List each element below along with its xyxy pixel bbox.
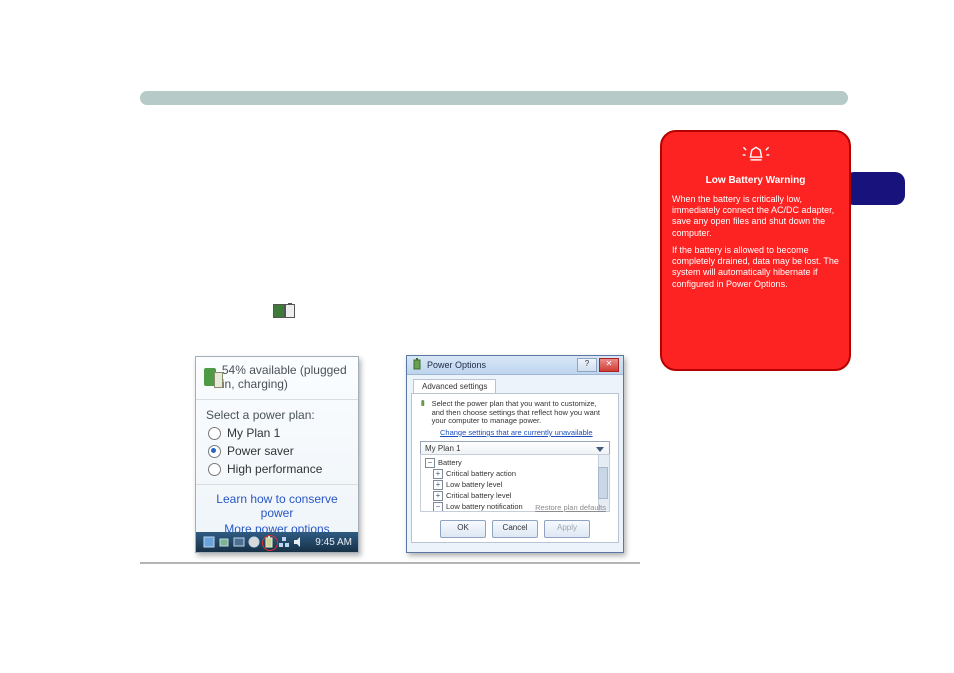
tray-icon[interactable] [233, 536, 245, 548]
dialog-title: Power Options [427, 360, 486, 370]
apply-button[interactable]: Apply [544, 520, 590, 538]
scrollbar-thumb[interactable] [598, 467, 608, 499]
tray-icons [203, 536, 305, 548]
ok-button[interactable]: OK [440, 520, 486, 538]
plan-option-label: My Plan 1 [227, 426, 280, 440]
window-help-button[interactable]: ? [577, 358, 597, 372]
tree-item[interactable]: Low battery notification [446, 502, 523, 511]
power-plan-info-icon [420, 400, 426, 418]
highlight-circle-icon [262, 535, 278, 551]
radio-icon [208, 427, 221, 440]
warning-callout: Low Battery Warning When the battery is … [660, 130, 851, 371]
plan-option-label: High performance [227, 462, 322, 476]
alarm-icon [672, 144, 839, 169]
inline-power-icons [273, 304, 295, 318]
warning-text-1: When the battery is critically low, imme… [672, 194, 839, 239]
tray-volume-icon[interactable] [293, 536, 305, 548]
plan-option-label: Power saver [227, 444, 294, 458]
section-rule [140, 91, 848, 105]
battery-icon [285, 304, 295, 318]
dialog-info-text: Select the power plan that you want to c… [432, 400, 610, 426]
chevron-down-icon [595, 444, 605, 454]
plan-option-high-performance[interactable]: High performance [196, 460, 358, 478]
taskbar: 9:45 AM [196, 532, 358, 552]
tray-icon[interactable] [203, 536, 215, 548]
side-tab [844, 172, 905, 205]
tree-item[interactable]: Critical battery action [446, 469, 516, 478]
plan-dropdown-value: My Plan 1 [425, 444, 461, 453]
warning-text-2: If the battery is allowed to become comp… [672, 245, 839, 290]
plan-option-power-saver[interactable]: Power saver [196, 442, 358, 460]
cancel-button[interactable]: Cancel [492, 520, 538, 538]
link-conserve-power[interactable]: Learn how to conserve power [200, 491, 354, 521]
tray-network-icon[interactable] [278, 536, 290, 548]
power-plan-label: Select a power plan: [196, 400, 358, 424]
tray-icon[interactable] [218, 536, 230, 548]
power-status-icon [204, 366, 216, 388]
radio-icon [208, 445, 221, 458]
tree-root[interactable]: Battery [438, 458, 462, 467]
window-close-button[interactable]: ✕ [599, 358, 619, 372]
change-unavailable-link[interactable]: Change settings that are currently unava… [412, 428, 618, 437]
restore-defaults-link[interactable]: Restore plan defaults [535, 503, 606, 512]
plug-icon [273, 304, 285, 318]
plan-option-my-plan-1[interactable]: My Plan 1 [196, 424, 358, 442]
taskbar-clock[interactable]: 9:45 AM [315, 537, 352, 548]
power-status-text: 54% available (plugged in, charging) [222, 363, 350, 391]
tree-item[interactable]: Critical battery level [446, 491, 511, 500]
power-options-title-icon [411, 358, 423, 372]
tray-icon[interactable] [248, 536, 260, 548]
footer-rule [140, 562, 640, 564]
radio-icon [208, 463, 221, 476]
warning-title: Low Battery Warning [672, 175, 839, 188]
tray-power-icon[interactable] [263, 536, 275, 548]
tab-advanced-settings[interactable]: Advanced settings [413, 379, 496, 393]
power-options-dialog: Power Options ? ✕ Advanced settings Sele… [406, 355, 624, 553]
power-flyout: 54% available (plugged in, charging) Sel… [195, 356, 359, 553]
tree-item[interactable]: Low battery level [446, 480, 502, 489]
